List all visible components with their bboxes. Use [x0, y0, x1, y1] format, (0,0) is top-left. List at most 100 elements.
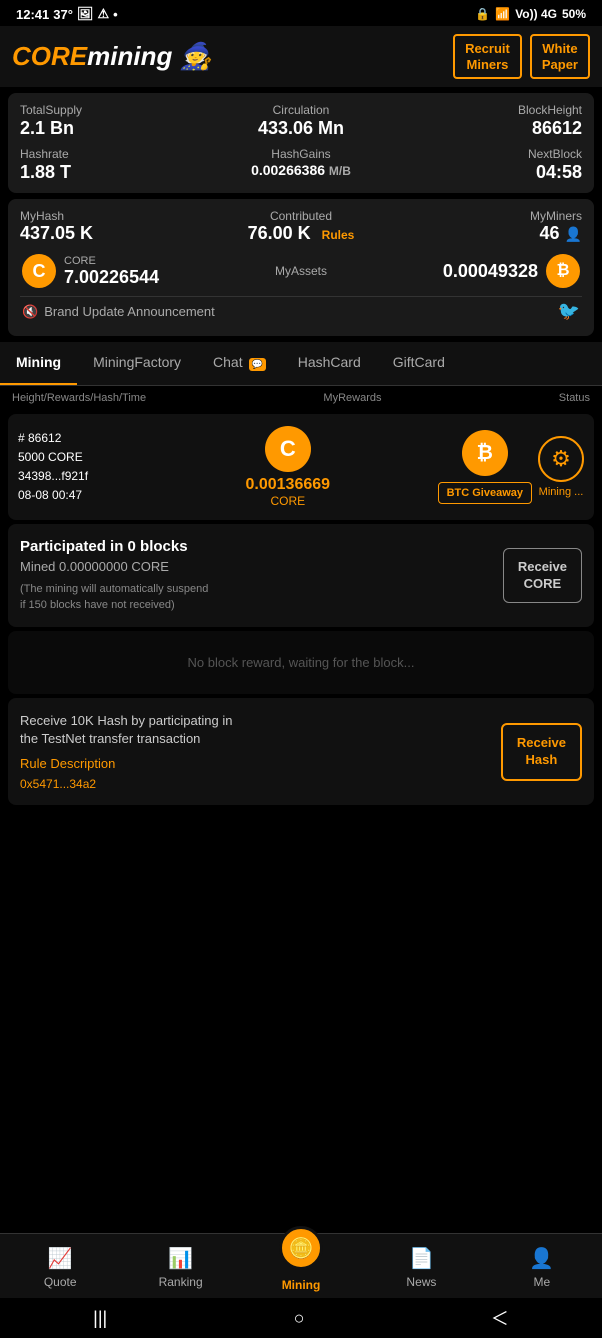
home-button[interactable]: ○ — [294, 1308, 305, 1329]
hashrate-stat: Hashrate 1.88 T — [20, 147, 205, 183]
circulation-value: 433.06 Mn — [209, 118, 394, 139]
mining-nav-label: Mining — [282, 1278, 321, 1292]
logo: COREmining 🧙 — [12, 41, 212, 72]
btc-value: 0.00049328 — [443, 261, 538, 282]
tab-chat[interactable]: Chat 💬 — [197, 342, 282, 385]
recruit-miners-button[interactable]: Recruit Miners — [453, 34, 522, 79]
battery: 50% — [562, 7, 586, 21]
rules-link[interactable]: Rules — [322, 228, 355, 242]
status-right: 🔒 📶 Vo)) 4G 50% — [475, 7, 586, 21]
circulation-stat: Circulation 433.06 Mn — [209, 103, 394, 139]
testnet-title: Receive 10K Hash by participating in the… — [20, 712, 491, 748]
hashrate-value: 1.88 T — [20, 162, 205, 183]
nav-news[interactable]: 📄 News — [361, 1246, 481, 1289]
btc-icon: ₿ — [546, 254, 580, 288]
btc-asset: 0.00049328 ₿ — [443, 254, 580, 288]
total-supply-stat: TotalSupply 2.1 Bn — [20, 103, 205, 139]
temperature: 37° — [53, 7, 73, 22]
chat-badge: 💬 — [249, 358, 266, 371]
btc-reward-icon: ₿ — [462, 430, 508, 476]
mining-hash: 34398...f921f — [18, 467, 138, 486]
my-assets-label: MyAssets — [275, 264, 327, 278]
total-supply-label: TotalSupply — [20, 103, 205, 117]
warning-icon: ⚠ — [97, 6, 109, 22]
menu-button[interactable]: ||| — [93, 1308, 107, 1329]
myhash-grid: MyHash 437.05 K Contributed 76.00 K Rule… — [20, 209, 582, 244]
back-button[interactable]: ＜ — [491, 1305, 509, 1331]
tab-hash-card[interactable]: HashCard — [282, 342, 377, 385]
nav-ranking[interactable]: 📊 Ranking — [120, 1246, 240, 1289]
core-name: CORE — [64, 255, 159, 267]
circulation-label: Circulation — [209, 103, 394, 117]
tabs: Mining MiningFactory Chat 💬 HashCard Gif… — [0, 342, 602, 386]
hash-gains-stat: HashGains 0.00266386 M/B — [209, 147, 394, 183]
next-block-value: 04:58 — [397, 162, 582, 183]
btc-giveaway-button[interactable]: BTC Giveaway — [438, 482, 532, 504]
signal-icon: Vo)) 4G — [515, 7, 557, 21]
miners-icon: 👤 — [565, 226, 582, 242]
core-icon: C — [22, 254, 56, 288]
android-nav: ||| ○ ＜ — [0, 1298, 602, 1338]
contributed-value: 76.00 K Rules — [209, 223, 394, 244]
mining-amount: 0.00136669 — [246, 476, 331, 494]
hash-gains-label: HashGains — [209, 147, 394, 161]
mining-time: 08-08 00:47 — [18, 486, 138, 505]
dot-icon: • — [113, 7, 118, 22]
quote-label: Quote — [44, 1275, 77, 1289]
rule-description-link[interactable]: Rule Description — [20, 756, 491, 771]
my-hash-stat: MyHash 437.05 K — [20, 209, 205, 244]
my-miners-value: 46 👤 — [397, 223, 582, 244]
stats-panel: TotalSupply 2.1 Bn Circulation 433.06 Mn… — [8, 93, 594, 193]
my-miners-label: MyMiners — [397, 209, 582, 223]
col-status-label: Status — [559, 392, 590, 404]
col-height-label: Height/Rewards/Hash/Time — [12, 392, 146, 404]
participated-note: (The mining will automatically suspend i… — [20, 582, 503, 613]
status-bar: 12:41 37° 🖼 ⚠ • 🔒 📶 Vo)) 4G 50% — [0, 0, 602, 26]
news-icon: 📄 — [409, 1246, 434, 1271]
participated-title: Participated in 0 blocks — [20, 538, 503, 555]
stats-grid: TotalSupply 2.1 Bn Circulation 433.06 Mn… — [20, 103, 582, 183]
tab-mining[interactable]: Mining — [0, 342, 77, 385]
mining-height: # 86612 — [18, 429, 138, 448]
tab-mining-factory[interactable]: MiningFactory — [77, 342, 197, 385]
next-block-label: NextBlock — [397, 147, 582, 161]
block-height-value: 86612 — [397, 118, 582, 139]
mining-status-text: Mining ... — [539, 486, 584, 498]
participated-section: Participated in 0 blocks Mined 0.0000000… — [8, 524, 594, 627]
nav-mining[interactable]: 🪙 Mining — [241, 1242, 361, 1292]
header-buttons: Recruit Miners White Paper — [453, 34, 590, 79]
my-hash-label: MyHash — [20, 209, 205, 223]
nav-quote[interactable]: 📈 Quote — [0, 1246, 120, 1289]
nav-me[interactable]: 👤 Me — [482, 1246, 602, 1289]
me-label: Me — [533, 1275, 550, 1289]
hashrate-label: Hashrate — [20, 147, 205, 161]
announcement: 🔇 Brand Update Announcement 🐦 — [20, 296, 582, 326]
mining-btc: ₿ BTC Giveaway — [438, 430, 532, 504]
next-block-stat: NextBlock 04:58 — [397, 147, 582, 183]
mining-table-header: Height/Rewards/Hash/Time MyRewards Statu… — [0, 386, 602, 410]
header: COREmining 🧙 Recruit Miners White Paper — [0, 26, 602, 87]
lock-icon: 🔒 — [475, 7, 490, 21]
testnet-text: Receive 10K Hash by participating in the… — [20, 712, 491, 791]
ranking-label: Ranking — [159, 1275, 203, 1289]
me-icon: 👤 — [529, 1246, 554, 1271]
twitter-icon[interactable]: 🐦 — [558, 301, 580, 322]
mining-info: # 86612 5000 CORE 34398...f921f 08-08 00… — [18, 429, 138, 506]
contributed-stat: Contributed 76.00 K Rules — [209, 209, 394, 244]
logo-mining: mining — [87, 41, 172, 71]
mining-status: ⚙ Mining ... — [538, 436, 584, 498]
receive-hash-button[interactable]: Receive Hash — [501, 723, 582, 781]
my-hash-value: 437.05 K — [20, 223, 205, 244]
mining-coin: CORE — [270, 494, 305, 508]
news-label: News — [406, 1275, 436, 1289]
testnet-address: 0x5471...34a2 — [20, 777, 491, 791]
whitepaper-button[interactable]: White Paper — [530, 34, 590, 79]
wifi-icon: 📶 — [495, 7, 510, 21]
assets-row: C CORE 7.00226544 MyAssets 0.00049328 ₿ — [20, 254, 582, 288]
tab-gift-card[interactable]: GiftCard — [377, 342, 461, 385]
no-reward-section: No block reward, waiting for the block..… — [8, 631, 594, 694]
receive-core-button[interactable]: Receive CORE — [503, 548, 582, 604]
testnet-section: Receive 10K Hash by participating in the… — [8, 698, 594, 805]
mining-reward: C 0.00136669 CORE — [144, 426, 432, 508]
ranking-icon: 📊 — [168, 1246, 193, 1271]
